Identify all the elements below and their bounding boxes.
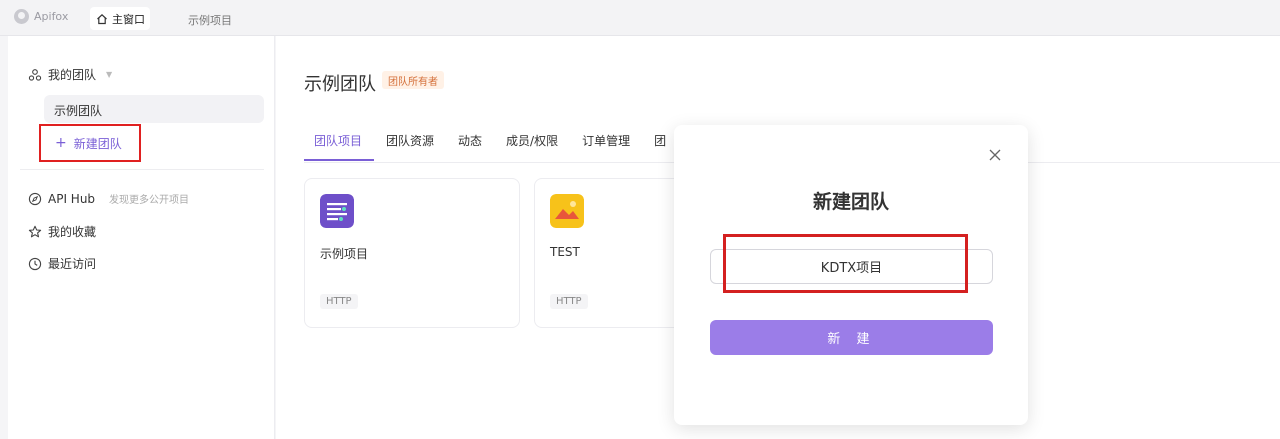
team-icon xyxy=(28,68,42,81)
compass-icon xyxy=(28,192,42,205)
sidebar: 我的团队 ▼ 示例团队 + 新建团队 API Hub 发现更多公开项目 我的收藏… xyxy=(8,36,275,439)
apifox-logo-icon xyxy=(14,9,29,24)
team-name-input[interactable] xyxy=(710,249,993,284)
create-button[interactable]: 新 建 xyxy=(710,320,993,355)
recent-label: 最近访问 xyxy=(48,257,97,271)
tab-main-window[interactable]: 主窗口 xyxy=(90,7,150,30)
close-icon[interactable] xyxy=(987,147,1003,163)
sidebar-divider xyxy=(20,169,264,170)
api-hub-label: API Hub xyxy=(48,191,96,206)
project-card[interactable]: 示例项目 HTTP xyxy=(304,178,520,328)
sidebar-item-sample-team[interactable]: 示例团队 xyxy=(44,95,264,123)
sidebar-team-header[interactable]: 我的团队 ▼ xyxy=(28,66,112,83)
app-name: Apifox xyxy=(34,10,69,23)
sidebar-item-api-hub[interactable]: API Hub 发现更多公开项目 xyxy=(28,191,189,206)
tab-activity[interactable]: 动态 xyxy=(446,132,494,161)
tab-truncated[interactable]: 团 xyxy=(642,132,678,161)
app-logo: Apifox xyxy=(14,9,68,24)
caret-down-icon: ▼ xyxy=(106,70,113,79)
new-team-dialog: 新建团队 新 建 xyxy=(674,125,1028,425)
tab-team-projects[interactable]: 团队项目 xyxy=(304,132,375,161)
project-card-title: TEST xyxy=(550,245,580,259)
project-card-title: 示例项目 xyxy=(320,247,369,261)
sidebar-team-header-label: 我的团队 xyxy=(48,68,97,82)
new-team-label: 新建团队 xyxy=(73,136,122,151)
tab-main-window-label: 主窗口 xyxy=(112,12,145,26)
plus-icon: + xyxy=(55,135,67,151)
image-icon xyxy=(550,194,584,228)
new-team-button[interactable]: + 新建团队 xyxy=(39,124,141,162)
favorites-label: 我的收藏 xyxy=(48,225,97,239)
tab-team-resources[interactable]: 团队资源 xyxy=(374,132,446,161)
clock-icon xyxy=(28,257,42,270)
project-card-tag: HTTP xyxy=(550,294,588,309)
team-tabs: 团队项目 团队资源 动态 成员/权限 订单管理 团 xyxy=(304,132,678,161)
project-card-tag: HTTP xyxy=(320,294,358,309)
api-hub-subtitle: 发现更多公开项目 xyxy=(109,195,190,206)
tab-orders[interactable]: 订单管理 xyxy=(570,132,642,161)
dialog-title: 新建团队 xyxy=(812,191,889,213)
home-icon xyxy=(97,13,107,24)
owner-badge: 团队所有者 xyxy=(382,71,444,89)
sidebar-item-recent[interactable]: 最近访问 xyxy=(28,255,96,272)
title-bar: Apifox 主窗口 示例项目 xyxy=(0,0,1280,36)
tab-sample-project[interactable]: 示例项目 xyxy=(188,12,232,28)
page-title: 示例团队 xyxy=(304,74,376,95)
tab-members[interactable]: 成员/权限 xyxy=(494,132,570,161)
sidebar-item-favorites[interactable]: 我的收藏 xyxy=(28,223,96,240)
star-icon xyxy=(28,225,42,237)
doc-list-icon xyxy=(320,194,354,228)
